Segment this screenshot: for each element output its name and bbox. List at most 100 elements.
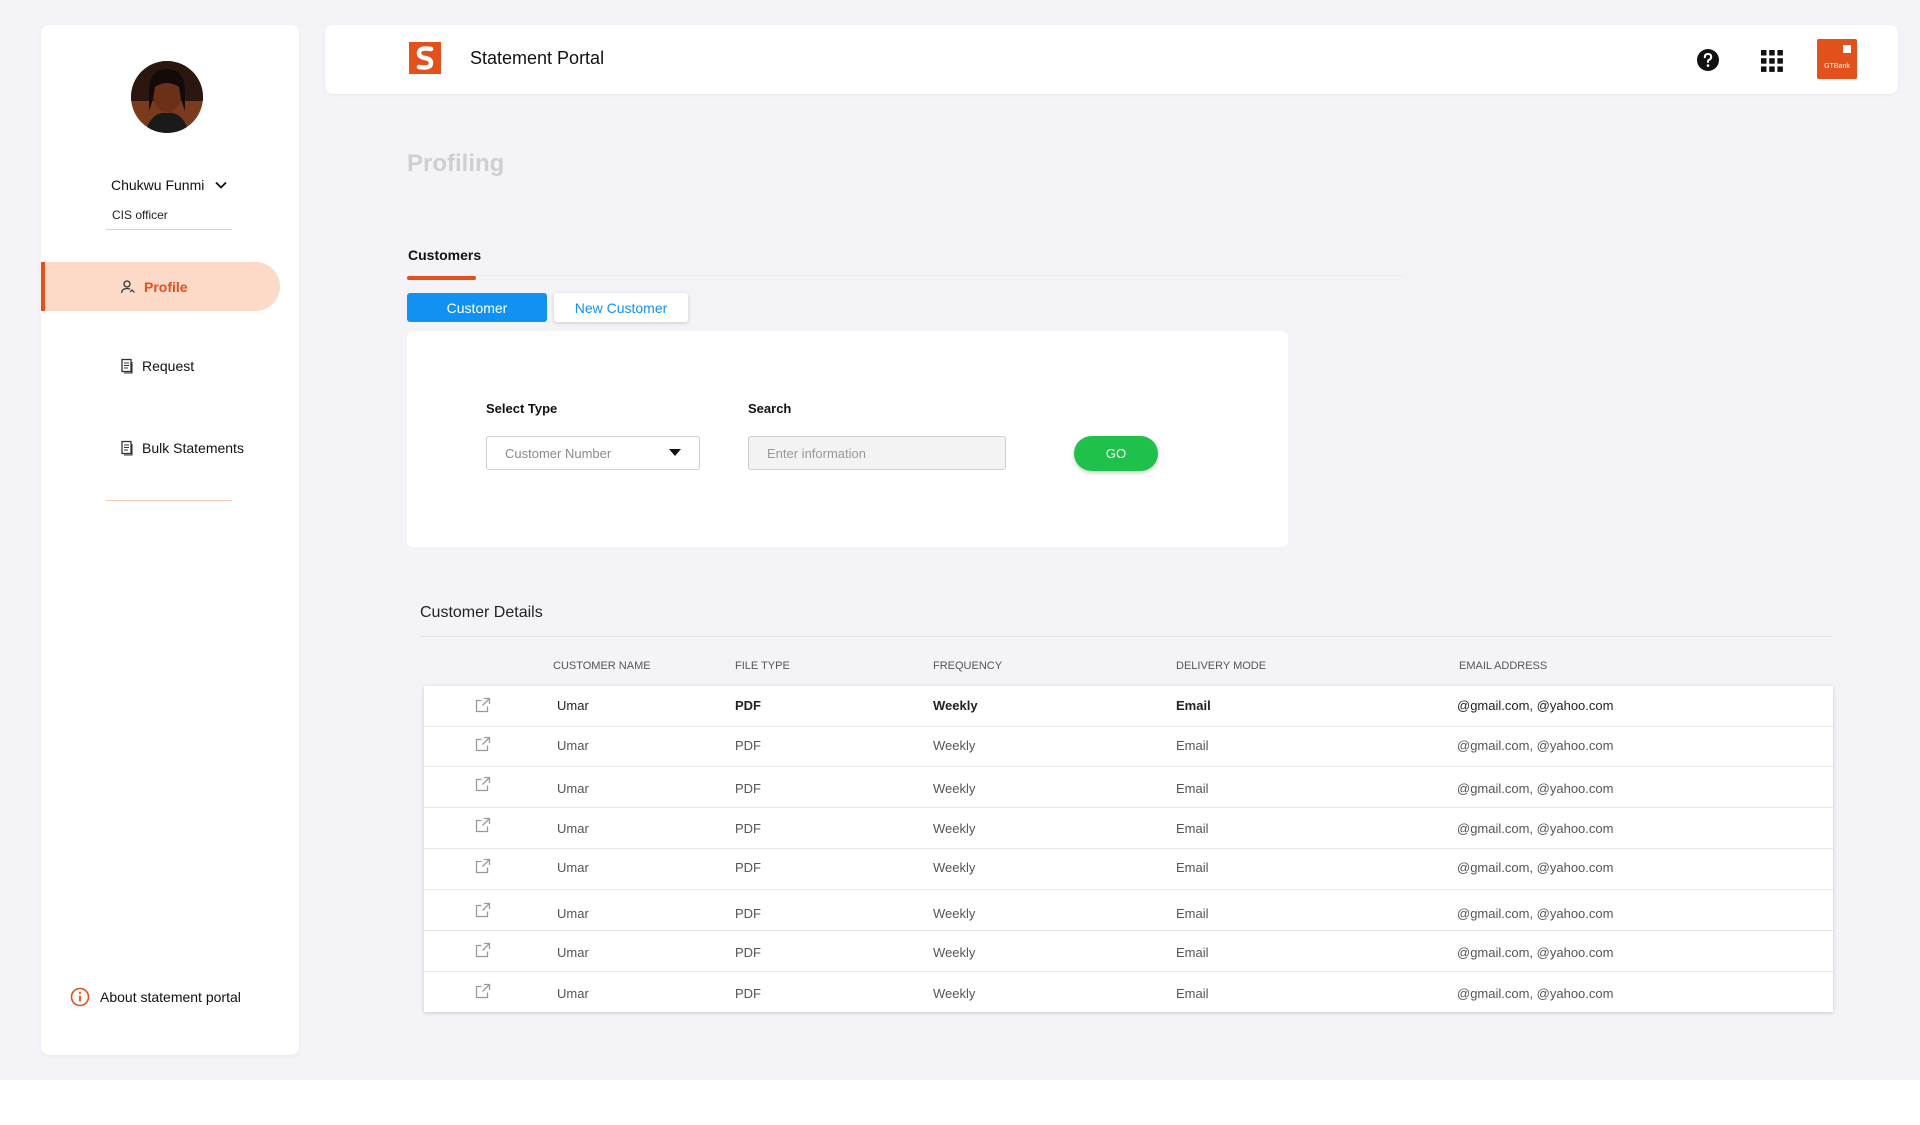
- sidebar-divider: [106, 500, 232, 501]
- details-divider: [420, 636, 1833, 637]
- app-logo: [409, 42, 441, 74]
- edit-icon[interactable]: [475, 736, 491, 752]
- cell-customer-name: Umar: [557, 945, 589, 960]
- cell-customer-name: Umar: [557, 781, 589, 796]
- cell-delivery-mode: Email: [1176, 738, 1209, 753]
- cell-frequency: Weekly: [933, 698, 978, 713]
- cell-email-address: @gmail.com, @yahoo.com: [1457, 738, 1614, 753]
- user-menu[interactable]: Chukwu Funmi: [111, 177, 228, 193]
- cell-delivery-mode: Email: [1176, 821, 1209, 836]
- customer-table: Umar PDF Weekly Email @gmail.com, @yahoo…: [424, 686, 1833, 1012]
- cell-email-address: @gmail.com, @yahoo.com: [1457, 781, 1614, 796]
- table-row[interactable]: Umar PDF Weekly Email @gmail.com, @yahoo…: [424, 930, 1833, 972]
- cell-frequency: Weekly: [933, 986, 976, 1001]
- user-icon: [120, 279, 135, 293]
- cell-file-type: PDF: [735, 986, 761, 1001]
- search-card: Select Type Search Customer Number GO: [407, 331, 1288, 547]
- apps-grid-icon[interactable]: [1761, 50, 1783, 72]
- tab-divider: [407, 275, 1405, 276]
- cell-customer-name: Umar: [557, 698, 589, 713]
- info-icon: [70, 987, 90, 1007]
- cell-email-address: @gmail.com, @yahoo.com: [1457, 986, 1614, 1001]
- sidebar: Chukwu Funmi CIS officer Profile Request: [41, 25, 299, 1055]
- tab-customers[interactable]: Customers: [408, 247, 481, 263]
- about-link[interactable]: About statement portal: [70, 987, 241, 1007]
- edit-icon[interactable]: [475, 776, 491, 792]
- cell-file-type: PDF: [735, 698, 761, 713]
- about-label: About statement portal: [100, 989, 241, 1005]
- brand-logo-text: GTBank: [1824, 63, 1850, 70]
- avatar[interactable]: [131, 61, 203, 133]
- brand-logo[interactable]: GTBank: [1817, 39, 1857, 79]
- select-type-dropdown[interactable]: Customer Number: [486, 436, 700, 470]
- tab-active-indicator: [407, 276, 476, 280]
- cell-customer-name: Umar: [557, 906, 589, 921]
- cell-customer-name: Umar: [557, 860, 589, 875]
- cell-file-type: PDF: [735, 860, 761, 875]
- edit-icon[interactable]: [475, 942, 491, 958]
- page-title: Profiling: [407, 150, 505, 177]
- cell-delivery-mode: Email: [1176, 781, 1209, 796]
- cell-frequency: Weekly: [933, 781, 976, 796]
- cell-email-address: @gmail.com, @yahoo.com: [1457, 906, 1614, 921]
- sidebar-divider: [106, 229, 232, 230]
- column-header-customer-name: CUSTOMER NAME: [553, 660, 651, 672]
- table-row[interactable]: Umar PDF Weekly Email @gmail.com, @yahoo…: [424, 848, 1833, 890]
- caret-down-icon: [669, 449, 681, 456]
- cell-file-type: PDF: [735, 821, 761, 836]
- sidebar-item-bulk-statements[interactable]: Bulk Statements: [41, 423, 280, 472]
- cell-frequency: Weekly: [933, 945, 976, 960]
- document-icon: [121, 358, 133, 374]
- cell-delivery-mode: Email: [1176, 945, 1209, 960]
- edit-icon[interactable]: [475, 697, 491, 713]
- edit-icon[interactable]: [475, 817, 491, 833]
- customer-details-title: Customer Details: [420, 604, 543, 621]
- cell-file-type: PDF: [735, 906, 761, 921]
- column-header-delivery-mode: DELIVERY MODE: [1176, 660, 1267, 672]
- cell-frequency: Weekly: [933, 906, 976, 921]
- cell-file-type: PDF: [735, 945, 761, 960]
- search-label: Search: [748, 401, 792, 416]
- search-input[interactable]: [748, 436, 1006, 470]
- table-row[interactable]: Umar PDF Weekly Email @gmail.com, @yahoo…: [424, 726, 1833, 767]
- sidebar-item-label: Bulk Statements: [142, 439, 244, 456]
- cell-delivery-mode: Email: [1176, 906, 1209, 921]
- table-row[interactable]: Umar PDF Weekly Email @gmail.com, @yahoo…: [424, 766, 1833, 808]
- cell-frequency: Weekly: [933, 860, 976, 875]
- document-icon: [121, 440, 133, 456]
- cell-frequency: Weekly: [933, 738, 976, 753]
- table-row[interactable]: Umar PDF Weekly Email @gmail.com, @yahoo…: [424, 971, 1833, 1012]
- cell-email-address: @gmail.com, @yahoo.com: [1457, 698, 1614, 713]
- user-role: CIS officer: [112, 208, 168, 222]
- edit-icon[interactable]: [475, 983, 491, 999]
- sidebar-item-label: Profile: [144, 278, 188, 295]
- edit-icon[interactable]: [475, 858, 491, 874]
- sidebar-item-profile[interactable]: Profile: [41, 262, 280, 311]
- sidebar-item-request[interactable]: Request: [41, 341, 280, 390]
- column-header-email-address: EMAIL ADDRESS: [1459, 660, 1548, 672]
- cell-email-address: @gmail.com, @yahoo.com: [1457, 860, 1614, 875]
- cell-file-type: PDF: [735, 781, 761, 796]
- cell-customer-name: Umar: [557, 986, 589, 1001]
- customer-segment-button[interactable]: Customer: [407, 293, 547, 322]
- go-button[interactable]: GO: [1074, 436, 1158, 471]
- edit-icon[interactable]: [475, 902, 491, 918]
- page-bottom-band: [0, 1080, 1920, 1125]
- new-customer-segment-button[interactable]: New Customer: [554, 293, 688, 322]
- cell-frequency: Weekly: [933, 821, 976, 836]
- table-row[interactable]: Umar PDF Weekly Email @gmail.com, @yahoo…: [424, 889, 1833, 931]
- cell-delivery-mode: Email: [1176, 860, 1209, 875]
- help-icon[interactable]: [1696, 48, 1720, 72]
- user-name: Chukwu Funmi: [111, 177, 205, 193]
- chevron-down-icon: [215, 181, 228, 189]
- select-type-value: Customer Number: [505, 445, 612, 461]
- cell-delivery-mode: Email: [1176, 698, 1211, 713]
- cell-customer-name: Umar: [557, 738, 589, 753]
- table-row[interactable]: Umar PDF Weekly Email @gmail.com, @yahoo…: [424, 807, 1833, 849]
- column-header-frequency: FREQUENCY: [933, 660, 1003, 672]
- cell-email-address: @gmail.com, @yahoo.com: [1457, 821, 1614, 836]
- table-row[interactable]: Umar PDF Weekly Email @gmail.com, @yahoo…: [424, 686, 1833, 727]
- cell-customer-name: Umar: [557, 821, 589, 836]
- sidebar-item-label: Request: [142, 357, 195, 374]
- cell-delivery-mode: Email: [1176, 986, 1209, 1001]
